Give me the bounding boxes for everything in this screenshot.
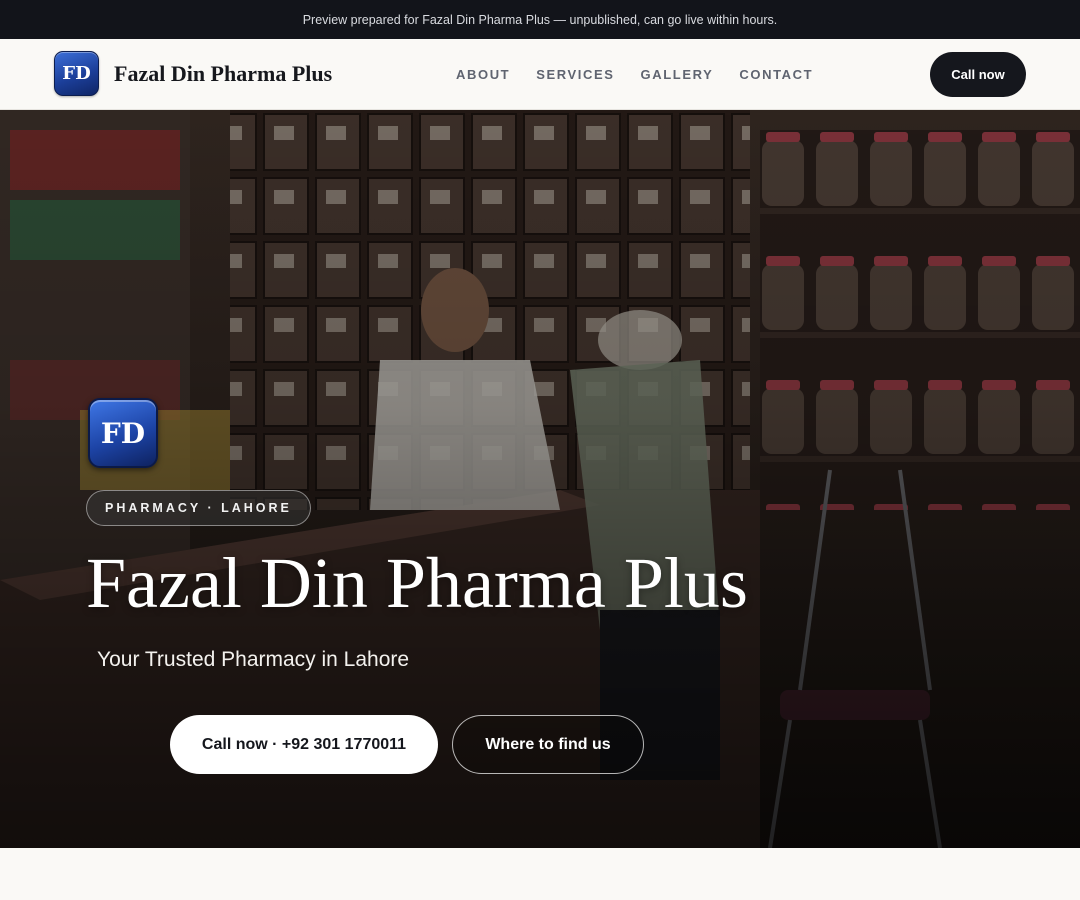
hero-title: Fazal Din Pharma Plus bbox=[86, 543, 748, 623]
main-nav: ABOUT SERVICES GALLERY CONTACT bbox=[456, 39, 813, 110]
nav-gallery[interactable]: GALLERY bbox=[641, 67, 714, 82]
hero-subtitle: Your Trusted Pharmacy in Lahore bbox=[97, 648, 410, 671]
next-section bbox=[0, 848, 1080, 900]
preview-banner-text: Preview prepared for Fazal Din Pharma Pl… bbox=[302, 12, 778, 27]
where-to-find-us-button[interactable]: Where to find us bbox=[452, 715, 644, 774]
nav-about[interactable]: ABOUT bbox=[456, 67, 510, 82]
logo-icon[interactable]: FD bbox=[54, 51, 99, 96]
hero-call-button[interactable]: Call now · +92 301 1770011 bbox=[170, 715, 438, 774]
call-now-button[interactable]: Call now bbox=[930, 52, 1026, 97]
site-header: FD Fazal Din Pharma Plus ABOUT SERVICES … bbox=[0, 39, 1080, 110]
nav-services[interactable]: SERVICES bbox=[536, 67, 614, 82]
nav-contact[interactable]: CONTACT bbox=[739, 67, 813, 82]
hero-eyebrow-badge: PHARMACY · LAHORE bbox=[86, 490, 311, 526]
preview-banner: Preview prepared for Fazal Din Pharma Pl… bbox=[0, 0, 1080, 39]
brand-name[interactable]: Fazal Din Pharma Plus bbox=[114, 61, 332, 87]
hero-content: FD PHARMACY · LAHORE Fazal Din Pharma Pl… bbox=[0, 110, 1080, 848]
brand[interactable]: FD Fazal Din Pharma Plus bbox=[54, 51, 332, 96]
hero-logo-icon: FD bbox=[88, 398, 158, 468]
hero-section: FD PHARMACY · LAHORE Fazal Din Pharma Pl… bbox=[0, 110, 1080, 848]
